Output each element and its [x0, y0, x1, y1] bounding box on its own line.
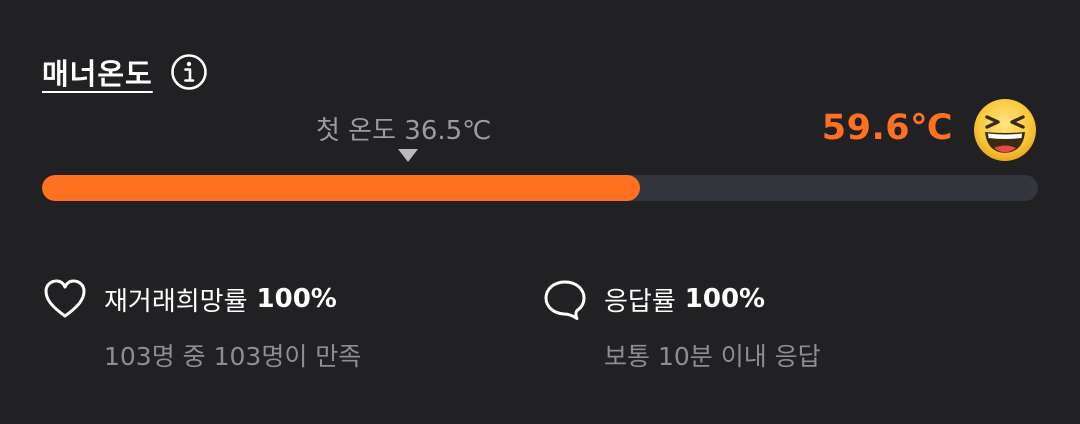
- manner-temperature-bar-fill: [42, 175, 640, 201]
- first-temperature-label: 첫 온도 36.5℃: [316, 116, 492, 146]
- manner-temperature-header: 매너온도: [42, 50, 208, 94]
- response-rate-stat: 응답률 100% 보통 10분 이내 응답: [542, 277, 821, 373]
- manner-temperature-bar: [42, 175, 1038, 201]
- rehire-rate-stat: 재거래희망률 100% 103명 중 103명이 만족: [42, 277, 361, 373]
- current-temperature: 59.6℃: [821, 108, 953, 148]
- response-rate-label: 응답률: [604, 286, 676, 317]
- info-icon[interactable]: [170, 53, 208, 91]
- laughing-face-icon: [973, 98, 1037, 162]
- heart-outline-icon: [42, 277, 88, 321]
- response-rate-value: 100%: [684, 284, 766, 314]
- response-rate-detail: 보통 10분 이내 응답: [604, 342, 821, 371]
- speech-bubble-icon: [542, 277, 588, 321]
- rehire-rate-detail: 103명 중 103명이 만족: [104, 342, 362, 371]
- first-temperature-marker: [398, 149, 418, 162]
- manner-temperature-title[interactable]: 매너온도: [42, 51, 153, 93]
- rehire-rate-value: 100%: [256, 284, 337, 314]
- rehire-rate-label: 재거래희망률: [104, 286, 248, 317]
